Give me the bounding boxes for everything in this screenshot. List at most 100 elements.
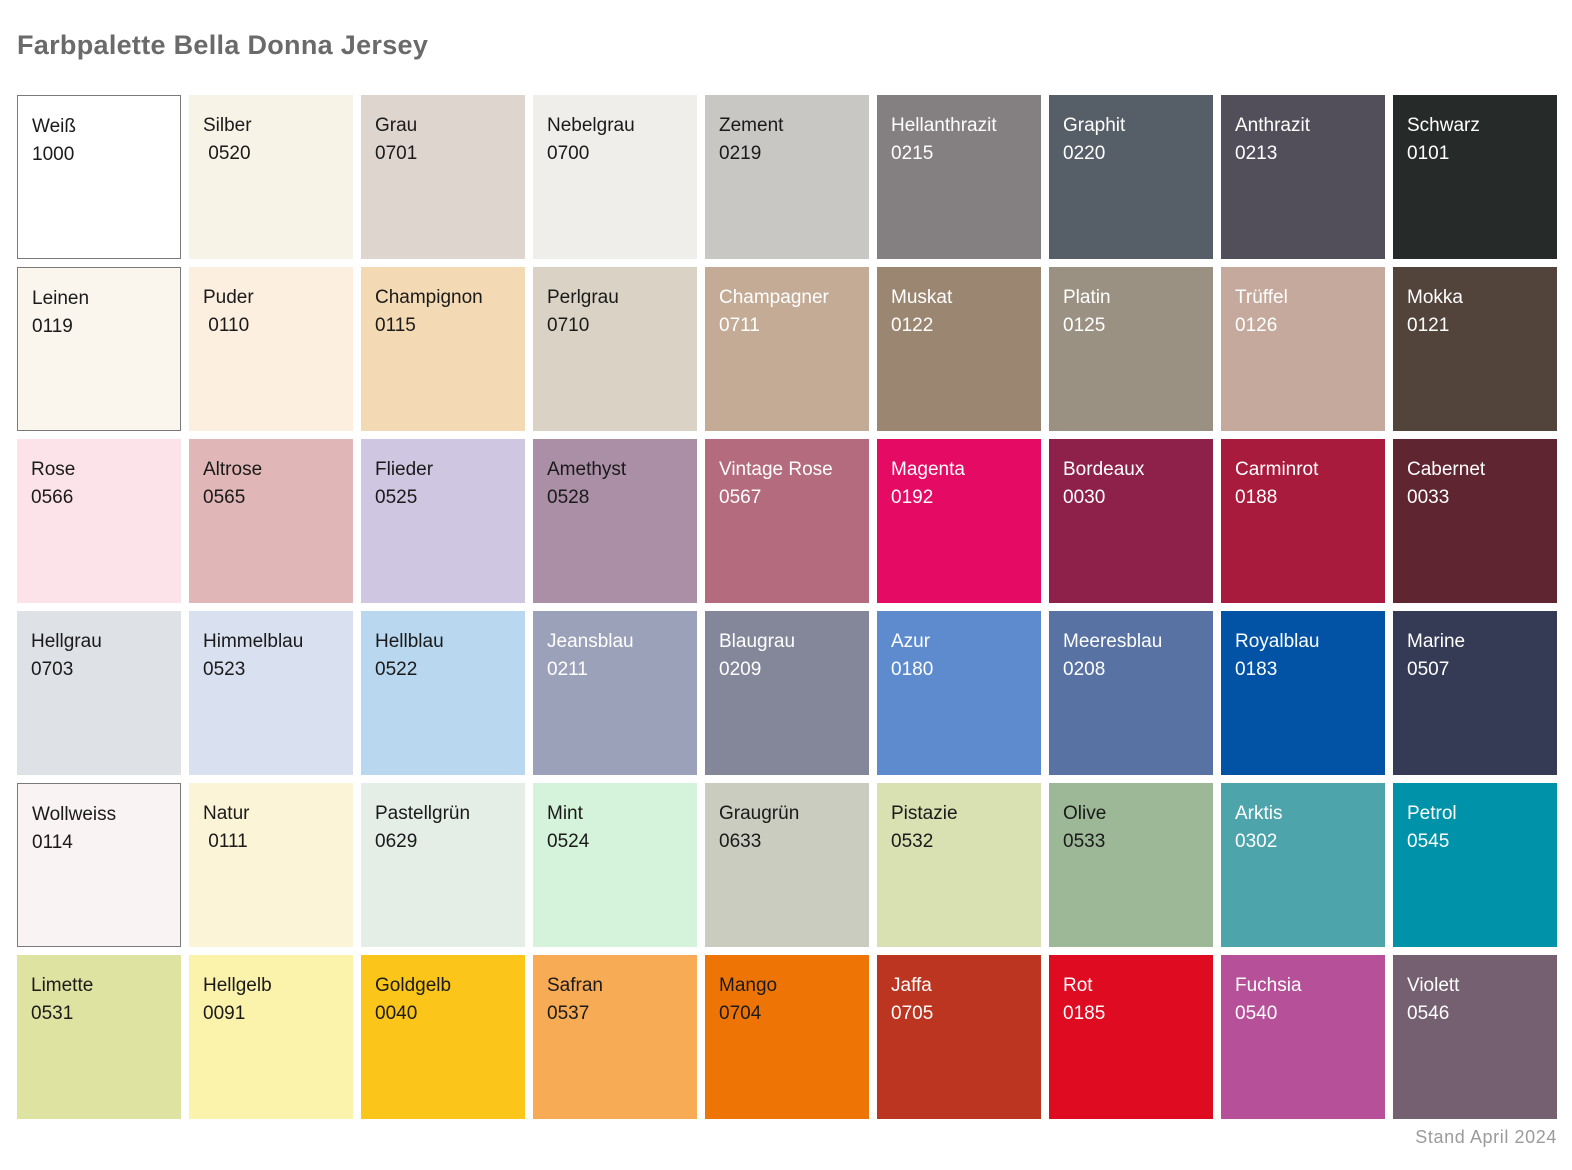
swatch-name: Hellgrau (31, 628, 167, 656)
version-date: Stand April 2024 (17, 1127, 1557, 1148)
color-swatch: Mint0524 (533, 783, 697, 947)
swatch-code: 0208 (1063, 656, 1199, 684)
swatch-code: 0704 (719, 1000, 855, 1028)
color-swatch: Rot0185 (1049, 955, 1213, 1119)
swatch-name: Zement (719, 112, 855, 140)
color-swatch: Altrose0565 (189, 439, 353, 603)
swatch-name: Fuchsia (1235, 972, 1371, 1000)
swatch-code: 0546 (1407, 1000, 1543, 1028)
swatch-code: 0507 (1407, 656, 1543, 684)
swatch-code: 0211 (547, 656, 683, 684)
swatch-code: 0188 (1235, 484, 1371, 512)
swatch-name: Champignon (375, 284, 511, 312)
swatch-name: Mint (547, 800, 683, 828)
color-swatch: Limette0531 (17, 955, 181, 1119)
color-swatch: Silber 0520 (189, 95, 353, 259)
color-swatch: Hellgelb0091 (189, 955, 353, 1119)
swatch-code: 0523 (203, 656, 339, 684)
swatch-code: 0531 (31, 1000, 167, 1028)
swatch-code: 0545 (1407, 828, 1543, 856)
color-swatch: Natur 0111 (189, 783, 353, 947)
swatch-name: Pistazie (891, 800, 1027, 828)
swatch-name: Pastellgrün (375, 800, 511, 828)
color-swatch: Grau0701 (361, 95, 525, 259)
swatch-code: 0033 (1407, 484, 1543, 512)
color-swatch: Anthrazit0213 (1221, 95, 1385, 259)
swatch-code: 0524 (547, 828, 683, 856)
swatch-name: Anthrazit (1235, 112, 1371, 140)
swatch-code: 0700 (547, 140, 683, 168)
swatch-code: 0633 (719, 828, 855, 856)
color-swatch: Hellgrau0703 (17, 611, 181, 775)
color-swatch: Mango0704 (705, 955, 869, 1119)
swatch-code: 0091 (203, 1000, 339, 1028)
color-swatch: Jeansblau0211 (533, 611, 697, 775)
swatch-code: 0528 (547, 484, 683, 512)
swatch-code: 0705 (891, 1000, 1027, 1028)
color-swatch: Hellblau0522 (361, 611, 525, 775)
swatch-name: Jaffa (891, 972, 1027, 1000)
color-swatch: Champagner0711 (705, 267, 869, 431)
color-swatch: Petrol0545 (1393, 783, 1557, 947)
color-swatch: Marine0507 (1393, 611, 1557, 775)
swatch-name: Royalblau (1235, 628, 1371, 656)
swatch-name: Silber (203, 112, 339, 140)
swatch-code: 0566 (31, 484, 167, 512)
color-swatch: Champignon0115 (361, 267, 525, 431)
swatch-code: 0101 (1407, 140, 1543, 168)
swatch-code: 0533 (1063, 828, 1199, 856)
color-swatch: Mokka0121 (1393, 267, 1557, 431)
swatch-name: Carminrot (1235, 456, 1371, 484)
swatch-code: 0121 (1407, 312, 1543, 340)
swatch-code: 0110 (203, 312, 339, 340)
swatch-code: 0040 (375, 1000, 511, 1028)
swatch-name: Flieder (375, 456, 511, 484)
swatch-code: 0209 (719, 656, 855, 684)
color-swatch: Pistazie0532 (877, 783, 1041, 947)
swatch-name: Puder (203, 284, 339, 312)
swatch-code: 0532 (891, 828, 1027, 856)
color-swatch: Muskat0122 (877, 267, 1041, 431)
swatch-name: Cabernet (1407, 456, 1543, 484)
color-swatch: Graugrün0633 (705, 783, 869, 947)
swatch-name: Olive (1063, 800, 1199, 828)
swatch-name: Graugrün (719, 800, 855, 828)
swatch-code: 0111 (203, 828, 339, 856)
swatch-code: 0629 (375, 828, 511, 856)
color-swatch: Goldgelb0040 (361, 955, 525, 1119)
swatch-code: 0215 (891, 140, 1027, 168)
color-grid: Weiß1000Silber 0520Grau0701Nebelgrau0700… (17, 95, 1557, 1119)
swatch-code: 0213 (1235, 140, 1371, 168)
swatch-name: Bordeaux (1063, 456, 1199, 484)
swatch-name: Petrol (1407, 800, 1543, 828)
swatch-code: 0520 (203, 140, 339, 168)
swatch-name: Leinen (32, 285, 166, 313)
color-swatch: Blaugrau0209 (705, 611, 869, 775)
swatch-code: 0703 (31, 656, 167, 684)
page-title: Farbpalette Bella Donna Jersey (17, 30, 1557, 95)
swatch-code: 0302 (1235, 828, 1371, 856)
color-swatch: Trüffel0126 (1221, 267, 1385, 431)
swatch-name: Safran (547, 972, 683, 1000)
swatch-name: Schwarz (1407, 112, 1543, 140)
swatch-name: Graphit (1063, 112, 1199, 140)
color-swatch: Violett0546 (1393, 955, 1557, 1119)
color-swatch: Perlgrau0710 (533, 267, 697, 431)
color-swatch: Schwarz0101 (1393, 95, 1557, 259)
swatch-code: 1000 (32, 141, 166, 169)
swatch-name: Muskat (891, 284, 1027, 312)
swatch-code: 0192 (891, 484, 1027, 512)
swatch-name: Trüffel (1235, 284, 1371, 312)
color-swatch: Platin0125 (1049, 267, 1213, 431)
swatch-code: 0180 (891, 656, 1027, 684)
color-swatch: Arktis0302 (1221, 783, 1385, 947)
swatch-code: 0185 (1063, 1000, 1199, 1028)
swatch-name: Mokka (1407, 284, 1543, 312)
color-swatch: Azur0180 (877, 611, 1041, 775)
swatch-name: Champagner (719, 284, 855, 312)
swatch-code: 0567 (719, 484, 855, 512)
swatch-name: Hellanthrazit (891, 112, 1027, 140)
swatch-code: 0525 (375, 484, 511, 512)
color-swatch: Safran0537 (533, 955, 697, 1119)
color-swatch: Amethyst0528 (533, 439, 697, 603)
